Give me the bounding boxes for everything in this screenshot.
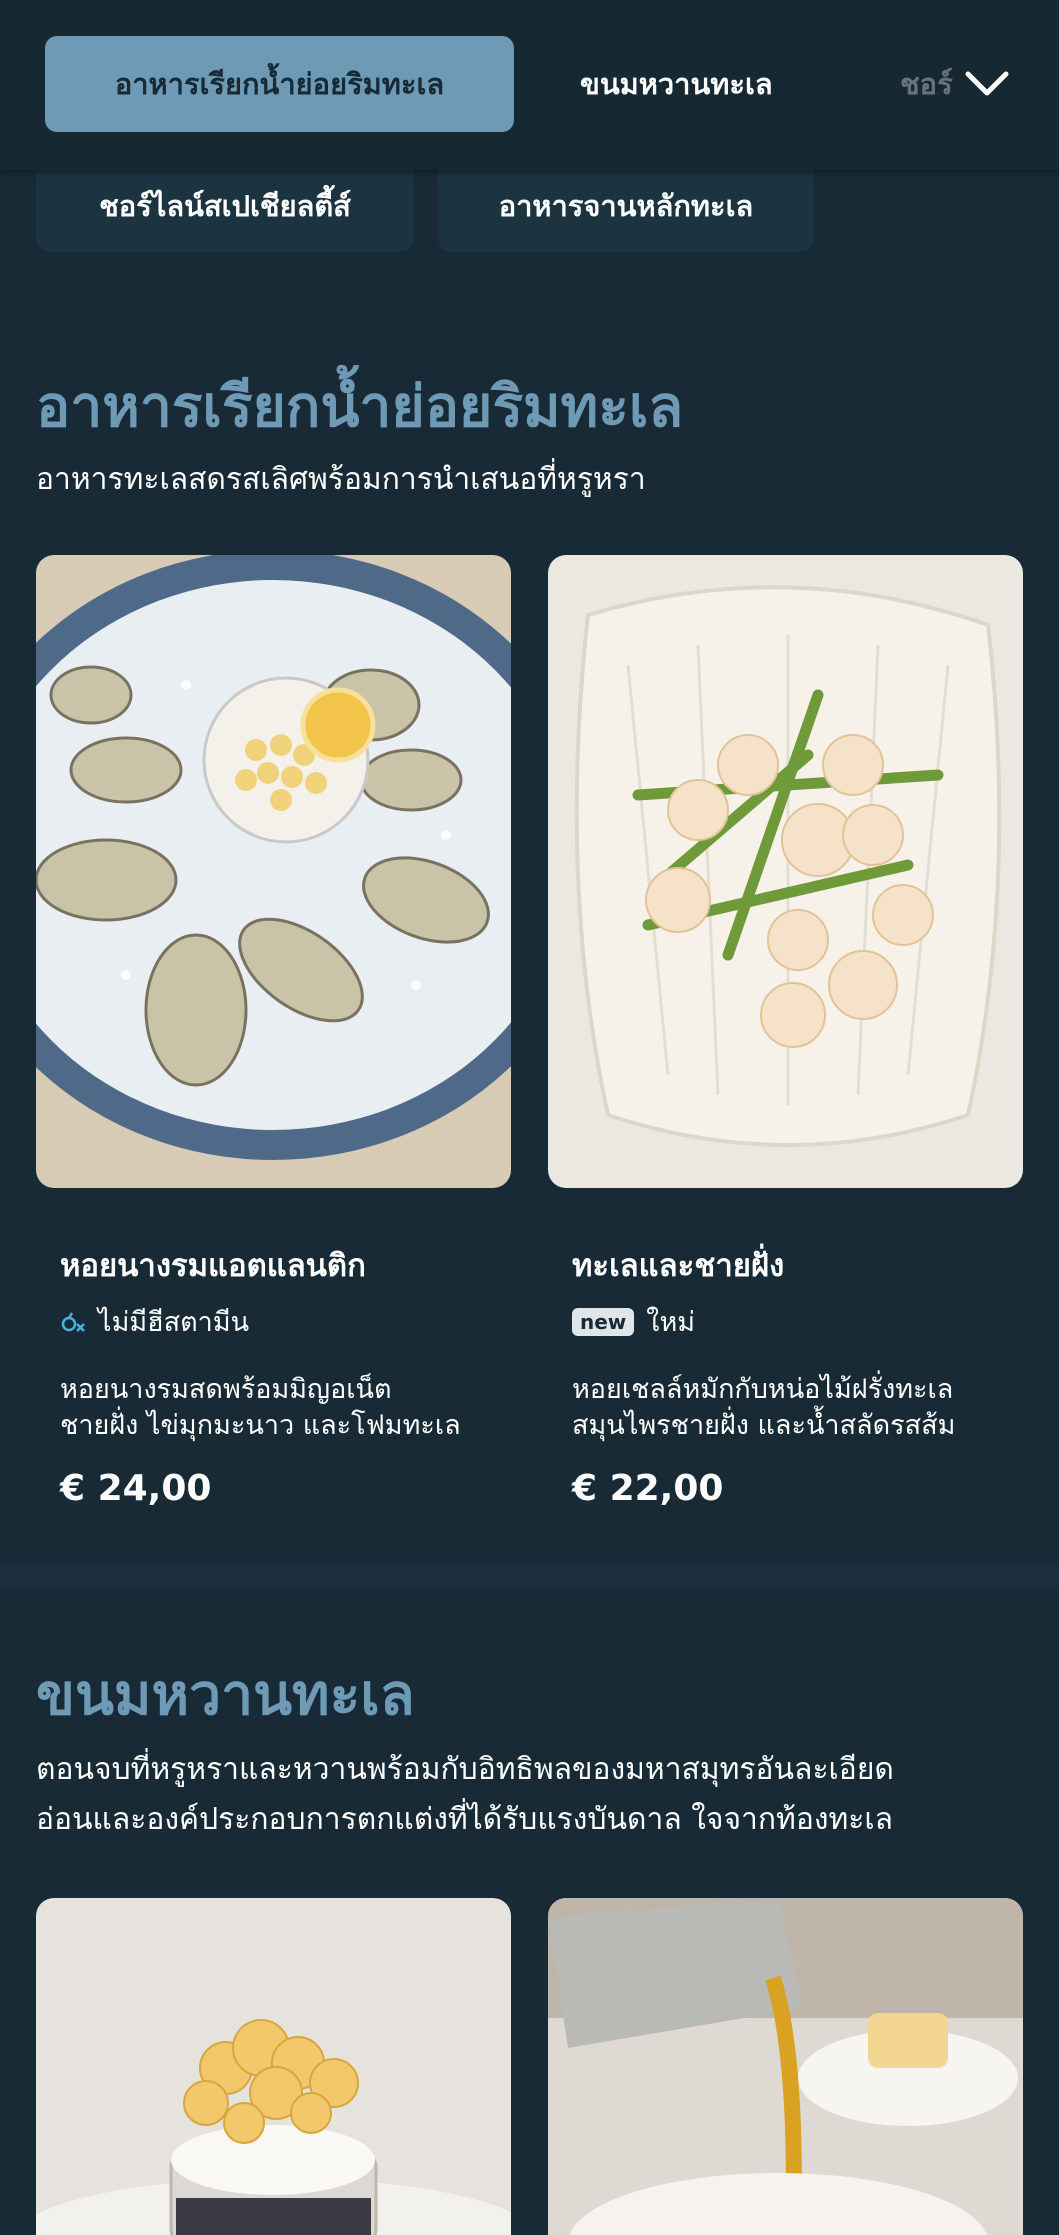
section-subtitle: ตอนจบที่หรูหราและหวานพร้อมกับอิทธิพลของม… bbox=[36, 1745, 894, 1845]
item-description-line: สมุนไพรชายฝั่ง และน้ำสลัดรสส้ม bbox=[572, 1410, 956, 1441]
item-name[interactable]: หอยนางรมแอตแลนติก bbox=[60, 1240, 366, 1290]
section-subtitle-line: ตอนจบที่หรูหราและหวานพร้อมกับอิทธิพลของม… bbox=[36, 1752, 894, 1787]
tab-seaside-appetizers[interactable]: อาหารเรียกน้ำย่อยริมทะเล bbox=[45, 36, 514, 132]
scallops-image[interactable] bbox=[548, 555, 1023, 1188]
oysters-image[interactable] bbox=[36, 555, 511, 1188]
dietary-tag-label: ไม่มีฮีสตามีน bbox=[98, 1307, 250, 1338]
new-tag: new ใหม่ bbox=[572, 1300, 695, 1343]
item-description-line: ชายฝั่ง ไข่มุกมะนาว และโฟมทะเล bbox=[60, 1410, 461, 1441]
item-price: € 22,00 bbox=[572, 1468, 724, 1509]
oysters-photo bbox=[36, 555, 511, 1188]
section-title: อาหารเรียกน้ำย่อยริมทะเล bbox=[36, 374, 684, 440]
category-nav-bar: อาหารเรียกน้ำย่อยริมทะเล ขนมหวานทะเล ชอร… bbox=[0, 0, 1059, 170]
dessert-photo bbox=[36, 1898, 511, 2235]
section-title: ขนมหวานทะเล bbox=[36, 1662, 415, 1728]
item-price: € 24,00 bbox=[60, 1468, 212, 1509]
chevron-down-icon[interactable] bbox=[962, 60, 1012, 108]
item-description: หอยนางรมสดพร้อมมิญอเน็ต ชายฝั่ง ไข่มุกมะ… bbox=[60, 1372, 500, 1444]
new-badge: new bbox=[572, 1307, 635, 1336]
section-divider bbox=[0, 1565, 1059, 1587]
no-histamine-icon bbox=[61, 1311, 85, 1332]
dessert-image[interactable] bbox=[36, 1898, 511, 2235]
scallops-photo bbox=[548, 555, 1023, 1188]
section-subtitle: อาหารทะเลสดรสเลิศพร้อมการนำเสนอที่หรูหรา bbox=[36, 462, 646, 497]
sauce-pour-image[interactable] bbox=[548, 1898, 1023, 2235]
item-name[interactable]: ทะเลและชายฝั่ง bbox=[572, 1240, 784, 1290]
item-description-line: หอยนางรมสดพร้อมมิญอเน็ต bbox=[60, 1374, 392, 1405]
section-subtitle-line: อ่อนและองค์ประกอบการตกแต่งที่ได้รับแรงบั… bbox=[36, 1802, 894, 1837]
new-tag-label: ใหม่ bbox=[646, 1307, 696, 1338]
sauce-pour-photo bbox=[548, 1898, 1023, 2235]
tab-sea-desserts[interactable]: ขนมหวานทะเล bbox=[580, 36, 773, 132]
item-description: หอยเชลล์หมักกับหน่อไม้ฝรั่งทะเล สมุนไพรช… bbox=[572, 1372, 1012, 1444]
dietary-tag: ไม่มีฮีสตามีน bbox=[60, 1300, 249, 1343]
item-description-line: หอยเชลล์หมักกับหน่อไม้ฝรั่งทะเล bbox=[572, 1374, 954, 1405]
tab-sea-main-courses[interactable]: อาหารจานหลักทะเล bbox=[438, 160, 814, 252]
tab-overflow-partial[interactable]: ชอร์ bbox=[900, 36, 960, 132]
tab-shoreline-specialties[interactable]: ชอร์ไลน์สเปเชียลตี้ส์ bbox=[36, 160, 414, 252]
category-nav-row-2: ชอร์ไลน์สเปเชียลตี้ส์ อาหารจานหลักทะเล bbox=[0, 160, 1059, 255]
